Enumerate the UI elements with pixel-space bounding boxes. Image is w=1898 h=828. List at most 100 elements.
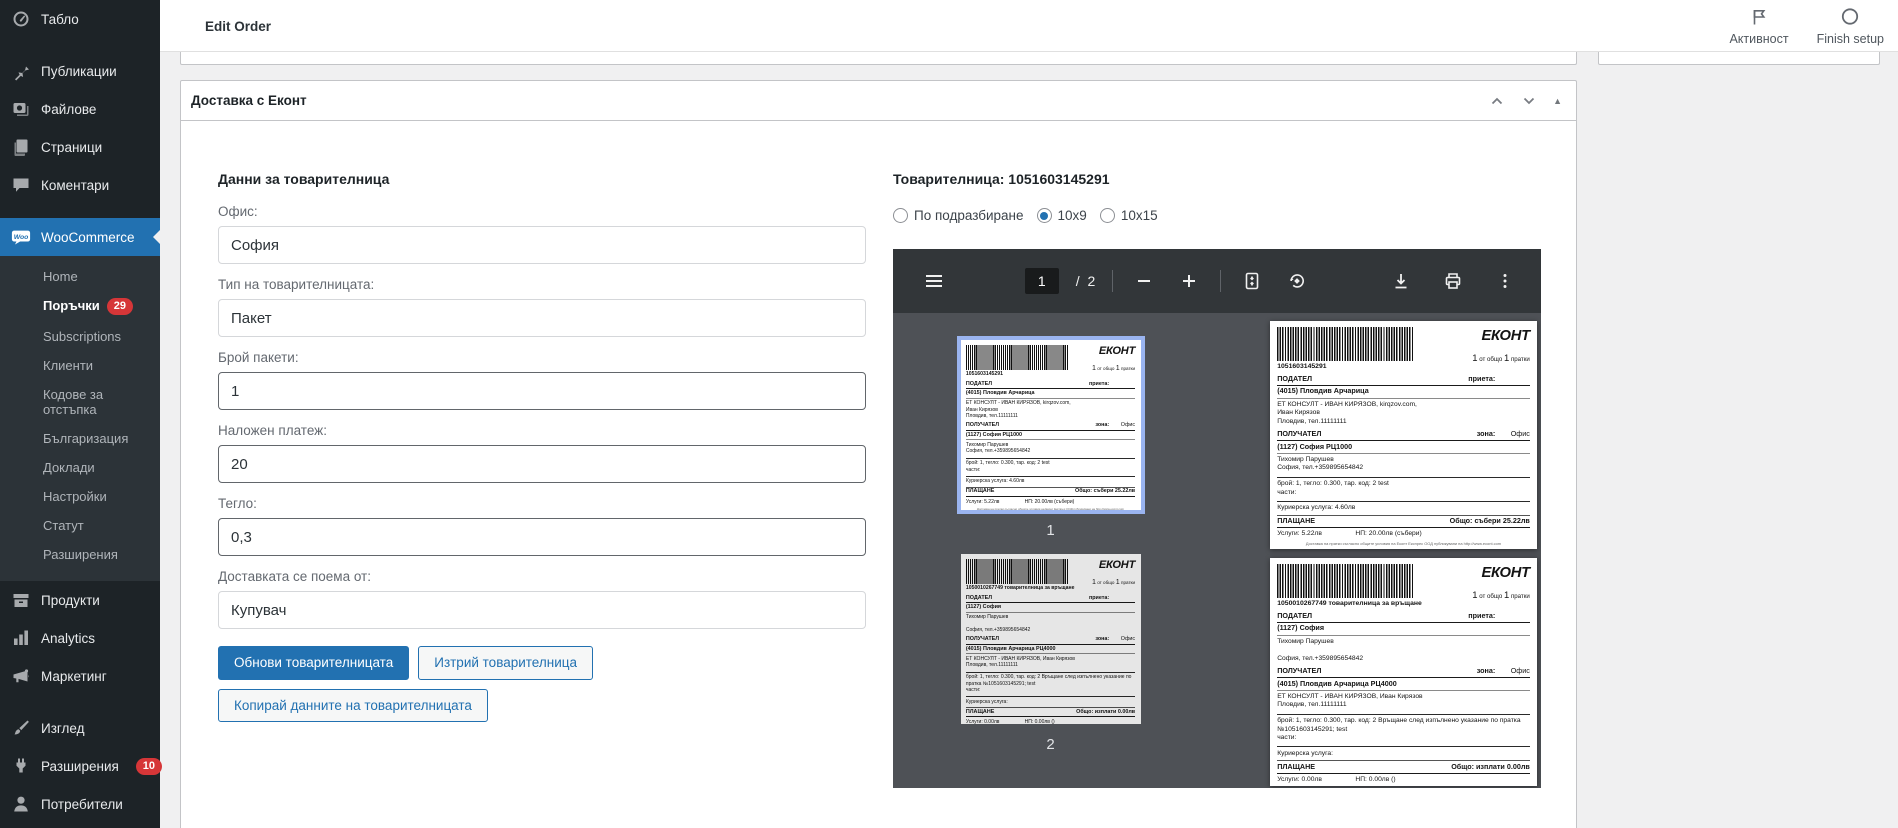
sender-office: (1127) София	[965, 603, 1136, 613]
receiver-line: Тихомир Парушев	[1277, 455, 1334, 463]
sidebar-item-wc-settings[interactable]: Настройки	[0, 482, 160, 511]
thumbnail-page-number: 2	[1046, 736, 1055, 753]
header-actions: Активност Finish setup	[1729, 7, 1884, 46]
finish-setup-button[interactable]: Finish setup	[1817, 7, 1884, 46]
print-icon[interactable]	[1439, 267, 1467, 295]
shipment-info: брой: 1, тегло: 0.300, тар. код: 2 Връща…	[1277, 716, 1521, 733]
pdf-page-input[interactable]: 1	[1024, 268, 1059, 294]
update-waybill-button[interactable]: Обнови товарителницата	[218, 646, 410, 680]
packs-input[interactable]	[218, 372, 866, 410]
receiver-office: (1127) София РЦ1000	[1277, 441, 1530, 454]
sidebar-item-comments[interactable]: Коментари	[0, 166, 160, 204]
sidebar-item-wc-subscriptions[interactable]: Subscriptions	[0, 322, 160, 351]
shipment-info: брой: 1, тегло: 0.300, тар. код: 2 test	[1277, 479, 1389, 487]
sidebar-item-pages[interactable]: Страници	[0, 128, 160, 166]
label-format-options: По подразбиране 10x9 10x15	[893, 208, 1543, 223]
top-header: Edit Order Активност Finish setup	[160, 0, 1898, 52]
field-label: Тегло:	[218, 496, 257, 511]
menu-icon[interactable]	[919, 266, 949, 296]
office-input[interactable]	[218, 226, 866, 264]
pdf-page-1: 1051603145291 ЕКОНТ 1 от общо 1 пратки ПОДА…	[1270, 321, 1537, 549]
fit-page-icon[interactable]	[1238, 267, 1266, 295]
sidebar-item-label: Кодове за отстъпка	[43, 387, 104, 417]
econt-logo: ЕКОНТ	[1098, 559, 1136, 572]
sidebar-item-wc-orders[interactable]: Поръчки 29	[0, 291, 160, 322]
pdf-body: 1051603145291 ЕКОНТ 1 от общо 1 пратки ПОДА…	[893, 313, 1541, 788]
download-icon[interactable]	[1387, 267, 1415, 295]
waybill-heading: Товарителница: 1051603145291	[893, 171, 1110, 187]
format-radio-по-подразбиране[interactable]: По подразбиране	[893, 208, 1024, 223]
pdf-thumbnail-rail: 1051603145291 ЕКОНТ 1 от общо 1 пратки ПОДА…	[893, 313, 1208, 788]
flag-icon	[1749, 7, 1769, 30]
zoom-out-icon[interactable]	[1130, 267, 1158, 295]
sidebar-item-users[interactable]: Потребители	[0, 785, 160, 823]
payment-row: ПЛАЩАНЕ Общо: изплати 0.00лв	[1277, 760, 1530, 774]
sender-line	[1277, 646, 1530, 655]
weight-field-group: Тегло:	[218, 496, 866, 556]
sidebar-item-label: Файлове	[41, 101, 97, 117]
more-options-icon[interactable]	[1491, 267, 1519, 295]
pdf-thumbnail-2[interactable]: 1050010267749 товарителница за връщане ЕК…	[960, 554, 1141, 724]
page-title: Edit Order	[205, 19, 272, 34]
payment-row: ПЛАЩАНЕ Общо: събери 25.22лв	[965, 486, 1136, 498]
toolbar-divider	[1112, 270, 1114, 292]
sidebar-item-marketing[interactable]: Маркетинг	[0, 657, 160, 695]
sidebar-item-wc-reports[interactable]: Доклади	[0, 453, 160, 482]
weight-input[interactable]	[218, 518, 866, 556]
field-label: Тип на товарителницата:	[218, 277, 375, 292]
sidebar-item-appearance[interactable]: Изглед	[0, 709, 160, 747]
sidebar-item-dashboard[interactable]: Табло	[0, 0, 160, 38]
payer-input[interactable]	[218, 591, 866, 629]
sidebar-item-label: WooCommerce	[41, 229, 135, 245]
courier-service: Куриерска услуга:	[1277, 749, 1333, 757]
type-input[interactable]	[218, 299, 866, 337]
sidebar-item-plugins[interactable]: Разширения 10	[0, 747, 163, 785]
sidebar-item-media[interactable]: Файлове	[0, 90, 160, 128]
zoom-in-icon[interactable]	[1175, 267, 1203, 295]
format-radio-10x15[interactable]: 10x15	[1099, 208, 1158, 223]
sender-line: Иван Кирязов	[1277, 409, 1320, 417]
pdf-viewer: 1 / 2 1051603145291 ЕКОНТ 1 от общо 1 пр…	[893, 249, 1541, 788]
sidebar-item-products[interactable]: Продукти	[0, 581, 160, 619]
field-label: Доставката се поема от:	[218, 569, 371, 584]
sidebar-item-label: Българизация	[43, 431, 129, 446]
sidebar-item-label: Маркетинг	[41, 668, 107, 684]
courier-service: Куриерска услуга: 4.60лв	[1277, 503, 1356, 511]
sidebar-item-wc-status[interactable]: Статут	[0, 511, 160, 540]
admin-sidebar: Табло Публикации Файлове Страници Коментари W…	[0, 0, 163, 828]
activity-button[interactable]: Активност	[1729, 7, 1789, 46]
metabox-header: Доставка с Еконт ▲	[181, 81, 1576, 121]
format-radio-10x9[interactable]: 10x9	[1036, 208, 1087, 223]
sidebar-item-wc-bulgarisation[interactable]: Българизация	[0, 424, 160, 453]
barcode	[965, 344, 1069, 370]
sidebar-item-analytics[interactable]: Analytics	[0, 619, 160, 657]
sidebar-item-tools[interactable]: Инструменти	[0, 823, 160, 828]
pdf-thumbnail-1[interactable]: 1051603145291 ЕКОНТ 1 от общо 1 пратки ПОДА…	[956, 336, 1145, 514]
radio-label: 10x9	[1057, 208, 1087, 223]
move-down-icon[interactable]	[1521, 93, 1537, 109]
analytics-icon	[11, 628, 31, 648]
sidebar-item-wc-home[interactable]: Home	[0, 262, 160, 291]
progress-circle-icon	[1840, 7, 1860, 30]
packs-field-group: Брой пакети:	[218, 350, 866, 410]
sidebar-item-label: Analytics	[41, 630, 96, 646]
toolbar-divider	[1220, 270, 1222, 292]
rotate-icon[interactable]	[1283, 267, 1311, 295]
thumbnail-page-number: 1	[1046, 522, 1055, 539]
payer-field-group: Доставката се поема от:	[218, 569, 866, 629]
copy-waybill-button[interactable]: Копирай данните на товарителницата	[218, 688, 488, 722]
econt-logo: ЕКОНТ	[1481, 565, 1530, 582]
sidebar-item-posts[interactable]: Публикации	[0, 52, 160, 90]
delete-waybill-button[interactable]: Изтрий товарителница	[418, 646, 593, 680]
cod-input[interactable]	[218, 445, 866, 483]
sender-office: (1127) София	[1277, 623, 1530, 636]
sidebar-item-woocommerce[interactable]: Woo WooCommerce	[0, 218, 160, 256]
metabox-body: Данни за товарителница Офис: Тип на товар…	[181, 121, 1576, 788]
move-up-icon[interactable]	[1489, 93, 1505, 109]
sidebar-item-wc-coupons[interactable]: Кодове за отстъпка	[0, 380, 160, 424]
sidebar-item-wc-extensions[interactable]: Разширения	[0, 540, 160, 569]
parts: части:	[965, 687, 981, 694]
collapse-icon[interactable]: ▲	[1553, 96, 1562, 106]
sidebar-item-wc-customers[interactable]: Клиенти	[0, 351, 160, 380]
dashboard-icon	[11, 9, 31, 29]
